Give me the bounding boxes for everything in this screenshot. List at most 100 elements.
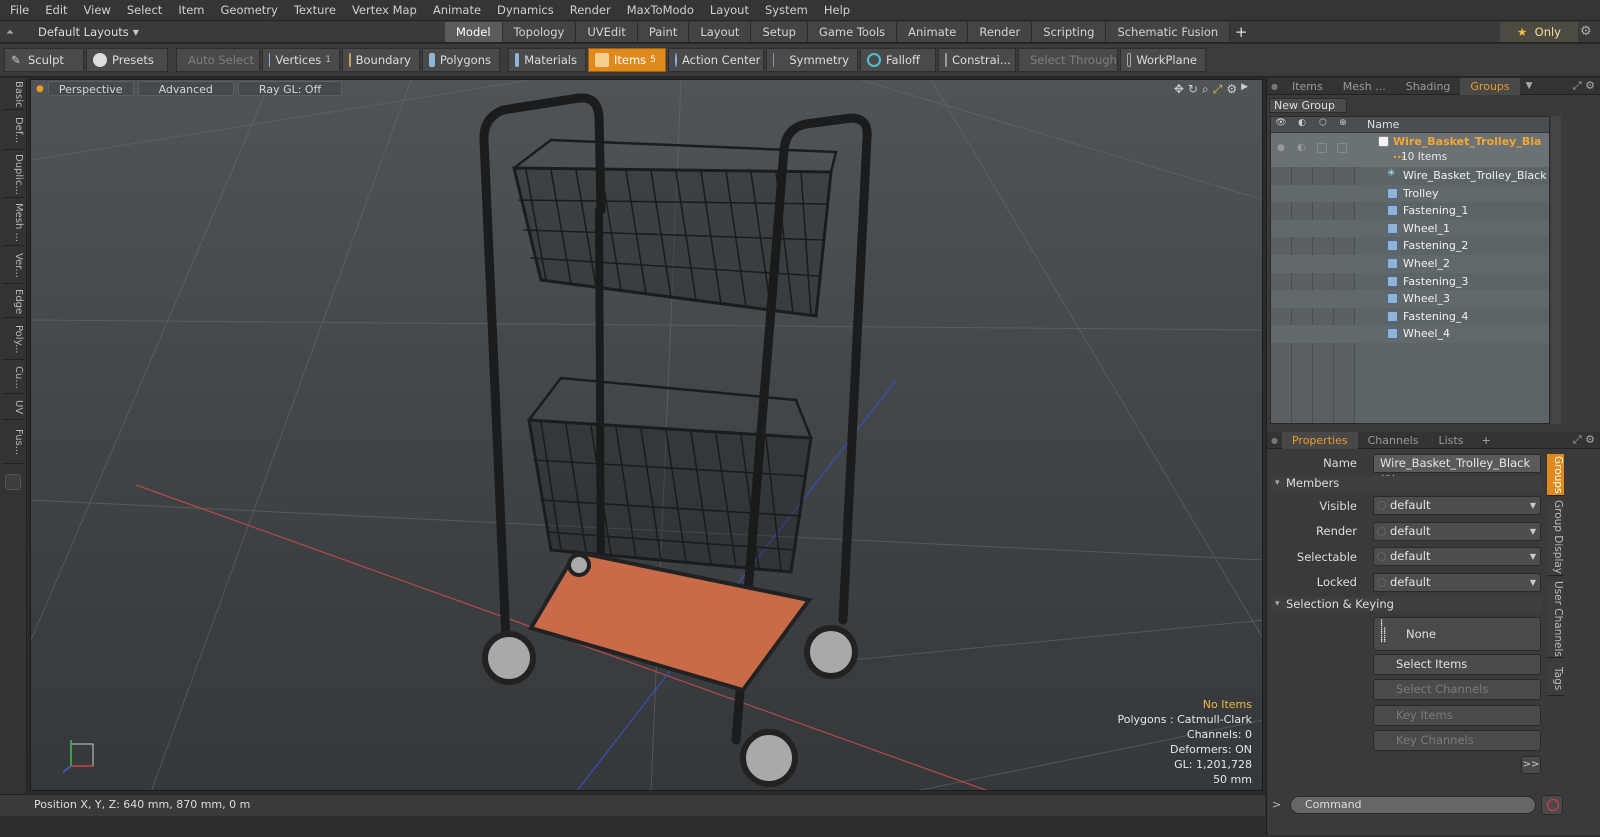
- menu-geometry[interactable]: Geometry: [213, 3, 286, 17]
- tab-channels[interactable]: Channels: [1358, 432, 1429, 449]
- menu-render[interactable]: Render: [562, 3, 619, 17]
- tree-item-wheel-4[interactable]: Wheel_4: [1271, 325, 1549, 343]
- layout-collapse-icon[interactable]: ⏶: [0, 27, 20, 38]
- tab-shading[interactable]: Shading: [1396, 78, 1461, 95]
- only-button[interactable]: ★ Only: [1500, 22, 1578, 42]
- move-view-icon[interactable]: ✥: [1174, 82, 1184, 97]
- items-button[interactable]: Items 5: [588, 48, 666, 72]
- tree-item-wheel-2[interactable]: Wheel_2: [1271, 254, 1549, 273]
- tab-properties[interactable]: Properties: [1281, 431, 1358, 449]
- add-tab-icon[interactable]: +: [1481, 434, 1490, 447]
- left-tab-curve[interactable]: Cu...: [3, 362, 24, 394]
- advanced-dropdown[interactable]: Advanced: [137, 81, 234, 96]
- action-center-button[interactable]: Action Center: [668, 48, 764, 72]
- left-tab-uv[interactable]: UV: [3, 396, 24, 420]
- locked-select[interactable]: default ▼: [1373, 573, 1541, 592]
- menu-file[interactable]: File: [0, 3, 37, 17]
- expand-icon[interactable]: [5, 474, 21, 490]
- left-tab-edge[interactable]: Edge: [3, 286, 24, 318]
- selectable-select[interactable]: default ▼: [1373, 547, 1541, 566]
- tree-item-wire-basket[interactable]: ✳ Wire_Basket_Trolley_Black: [1271, 167, 1549, 185]
- tab-model[interactable]: Model: [445, 22, 503, 42]
- gear-icon[interactable]: ⚙: [1580, 24, 1592, 39]
- rotate-view-icon[interactable]: ↻: [1188, 82, 1198, 97]
- presets-button[interactable]: Presets: [86, 48, 168, 72]
- tab-groups[interactable]: Groups: [1460, 77, 1520, 95]
- menu-edit[interactable]: Edit: [37, 3, 75, 17]
- viewport-expand-icon[interactable]: ▶: [1241, 82, 1248, 97]
- tab-items[interactable]: Items: [1282, 78, 1333, 95]
- command-input[interactable]: Command: [1290, 796, 1536, 814]
- menu-item[interactable]: Item: [170, 3, 212, 17]
- tab-render[interactable]: Render: [968, 22, 1033, 42]
- group-row[interactable]: ● ◐ Wire_Basket_Trolley_Bla ... 10 Items: [1271, 133, 1549, 167]
- tab-game-tools[interactable]: Game Tools: [807, 22, 898, 42]
- group-select-box-icon[interactable]: [1317, 143, 1327, 153]
- menu-system[interactable]: System: [757, 3, 816, 17]
- tree-item-fastening-3[interactable]: Fastening_3: [1271, 273, 1549, 291]
- tree-item-fastening-1[interactable]: Fastening_1: [1271, 202, 1549, 220]
- left-tab-fusion[interactable]: Fus...: [3, 422, 24, 464]
- tree-item-trolley[interactable]: Trolley: [1271, 184, 1549, 203]
- side-tab-user-channels[interactable]: User Channels: [1547, 580, 1564, 658]
- render-icon[interactable]: ◐: [1295, 118, 1309, 131]
- menu-vertex-map[interactable]: Vertex Map: [344, 3, 425, 17]
- tab-topology[interactable]: Topology: [502, 22, 577, 42]
- tree-item-fastening-4[interactable]: Fastening_4: [1271, 308, 1549, 326]
- tab-paint[interactable]: Paint: [637, 22, 690, 42]
- fit-view-icon[interactable]: ⤢: [1213, 82, 1223, 97]
- viewport-settings-icon[interactable]: ⚙: [1226, 82, 1237, 97]
- perspective-dropdown[interactable]: Perspective: [47, 81, 134, 96]
- menu-layout[interactable]: Layout: [702, 3, 757, 17]
- left-tab-deform[interactable]: Def...: [3, 112, 24, 150]
- menu-help[interactable]: Help: [816, 3, 858, 17]
- record-icon[interactable]: [1541, 795, 1563, 815]
- side-tab-tags[interactable]: Tags: [1547, 662, 1564, 696]
- sculpt-button[interactable]: ✎ Sculpt: [4, 48, 84, 72]
- select-icon[interactable]: ⬡: [1316, 118, 1330, 131]
- panel-options-icon[interactable]: ⤢ ⚙: [1573, 433, 1595, 447]
- tree-item-fastening-2[interactable]: Fastening_2: [1271, 237, 1549, 255]
- tab-mesh[interactable]: Mesh ...: [1333, 78, 1396, 95]
- more-button[interactable]: >>: [1521, 756, 1541, 774]
- menu-animate[interactable]: Animate: [425, 3, 489, 17]
- side-tab-group-display[interactable]: Group Display: [1547, 500, 1564, 576]
- eye-icon[interactable]: 👁: [1274, 118, 1288, 131]
- symmetry-button[interactable]: Symmetry: [766, 48, 858, 72]
- select-items-button[interactable]: Select Items: [1373, 654, 1541, 675]
- left-tab-polygon[interactable]: Poly...: [3, 320, 24, 360]
- group-render-icon[interactable]: ◐: [1297, 142, 1306, 153]
- visible-select[interactable]: default ▼: [1373, 496, 1541, 515]
- 3d-viewport[interactable]: ● Perspective Advanced Ray GL: Off ✥ ↻ ⌕…: [30, 79, 1263, 791]
- tree-scrollbar[interactable]: [1551, 116, 1561, 424]
- render-select[interactable]: default ▼: [1373, 522, 1541, 541]
- tab-schematic-fusion[interactable]: Schematic Fusion: [1106, 22, 1231, 42]
- left-tab-duplicate[interactable]: Duplic...: [3, 152, 24, 198]
- menu-texture[interactable]: Texture: [286, 3, 344, 17]
- auto-select-button[interactable]: Auto Select: [176, 48, 260, 72]
- tab-layout[interactable]: Layout: [689, 22, 752, 42]
- menu-maxtomodo[interactable]: MaxToModo: [619, 3, 702, 17]
- left-tab-basic[interactable]: Basic: [3, 80, 24, 110]
- polygons-button[interactable]: Polygons: [422, 48, 500, 72]
- tree-item-wheel-3[interactable]: Wheel_3: [1271, 290, 1549, 308]
- zoom-view-icon[interactable]: ⌕: [1202, 82, 1209, 97]
- key-items-button[interactable]: Key Items: [1373, 705, 1541, 726]
- falloff-button[interactable]: Falloff: [860, 48, 936, 72]
- tab-animate[interactable]: Animate: [897, 22, 969, 42]
- constraints-button[interactable]: Constrai...: [938, 48, 1016, 72]
- workplane-button[interactable]: WorkPlane: [1120, 48, 1206, 72]
- group-eye-icon[interactable]: ●: [1277, 143, 1285, 153]
- layout-dropdown[interactable]: ⏶ Default Layouts ▼: [0, 21, 139, 43]
- select-through-button[interactable]: Select Through: [1018, 48, 1118, 72]
- tabs-chevron-down-icon[interactable]: ▼: [1526, 81, 1533, 91]
- tree-item-wheel-1[interactable]: Wheel_1: [1271, 219, 1549, 238]
- selection-keying-section[interactable]: Selection & Keying: [1272, 597, 1542, 612]
- raygl-dropdown[interactable]: Ray GL: Off: [237, 81, 343, 96]
- key-channels-button[interactable]: Key Channels: [1373, 730, 1541, 751]
- lock-icon[interactable]: ⊕: [1336, 118, 1350, 131]
- menu-view[interactable]: View: [76, 3, 119, 17]
- left-tab-mesh[interactable]: Mesh ...: [3, 200, 24, 246]
- tab-lists[interactable]: Lists: [1428, 432, 1473, 449]
- menu-dynamics[interactable]: Dynamics: [489, 3, 562, 17]
